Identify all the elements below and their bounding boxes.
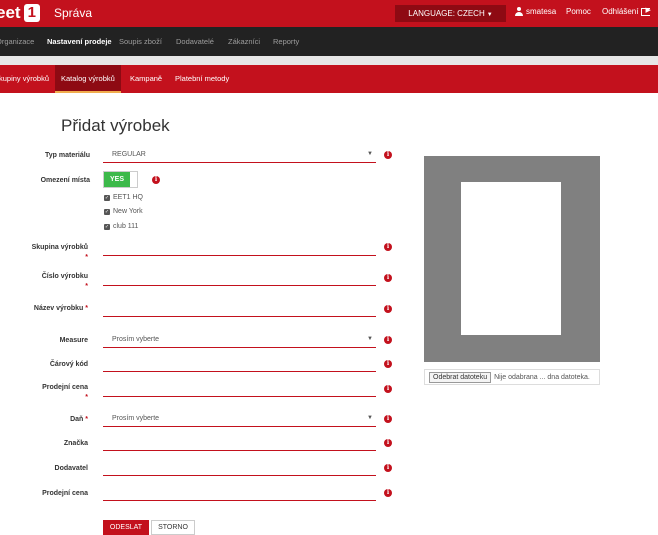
- info-icon[interactable]: i: [384, 489, 392, 497]
- language-dropdown[interactable]: LANGUAGE: CZECH ▼: [395, 5, 506, 22]
- nav-nastaveni-prodeje[interactable]: Nastavení prodeje: [47, 27, 112, 56]
- logo[interactable]: eet 1: [0, 2, 40, 24]
- required-marker: *: [85, 254, 88, 261]
- user-menu[interactable]: smatesa: [515, 7, 556, 16]
- product-number-label: Číslo výrobku *: [28, 272, 88, 292]
- tax-placeholder: Prosím vyberte: [112, 415, 160, 422]
- submit-button[interactable]: ODESLAT: [103, 520, 149, 535]
- user-icon: [515, 7, 523, 16]
- logo-number: 1: [23, 4, 40, 22]
- brand-input[interactable]: [103, 435, 376, 451]
- required-marker: *: [85, 394, 88, 401]
- product-group-label-text: Skupina výrobků: [31, 244, 88, 251]
- info-icon[interactable]: i: [384, 360, 392, 368]
- main-nav: Organizace Nastavení prodeje Soupis zbož…: [0, 27, 658, 56]
- subnav-kampane[interactable]: Kampaně: [130, 65, 162, 93]
- product-name-input[interactable]: [103, 301, 376, 317]
- measure-select[interactable]: Prosím vyberte ▼: [103, 332, 376, 348]
- info-icon[interactable]: i: [384, 274, 392, 282]
- logout-label: Odhlášení: [602, 7, 639, 16]
- product-number-input[interactable]: [103, 270, 376, 286]
- info-icon[interactable]: i: [384, 243, 392, 251]
- info-icon[interactable]: i: [384, 415, 392, 423]
- app-title: Správa: [54, 6, 93, 20]
- material-type-select[interactable]: REGULAR ▼: [103, 147, 376, 163]
- product-number-label-text: Číslo výrobku: [41, 273, 88, 280]
- nav-organizace[interactable]: Organizace: [0, 27, 34, 56]
- brand-label: Značka: [63, 440, 88, 447]
- caret-down-icon: ▼: [367, 151, 373, 157]
- supplier-label: Dodavatel: [54, 465, 88, 472]
- cancel-button[interactable]: STORNO: [151, 520, 195, 535]
- nav-dodavatele[interactable]: Dodavatelé: [176, 27, 214, 56]
- image-preview: [424, 156, 600, 362]
- supplier-input[interactable]: [103, 460, 376, 476]
- top-bar: eet 1 Správa LANGUAGE: CZECH ▼ smatesa Po…: [0, 0, 658, 27]
- info-icon[interactable]: i: [384, 336, 392, 344]
- location-label: New York: [113, 208, 143, 215]
- info-icon[interactable]: i: [152, 176, 160, 184]
- measure-placeholder: Prosím vyberte: [112, 336, 160, 343]
- location-checkbox-hq[interactable]: ✓ EET1 HQ: [104, 194, 143, 201]
- logo-text: eet: [0, 3, 21, 22]
- sub-nav: Skupiny výrobků Katalog výrobků Kampaně …: [0, 65, 658, 93]
- sign-out-icon: [641, 6, 651, 16]
- product-group-input[interactable]: [103, 240, 376, 256]
- product-name-label-text: Název výrobku: [33, 305, 84, 312]
- check-icon: ✓: [104, 208, 110, 215]
- caret-down-icon: ▼: [486, 12, 493, 18]
- info-icon[interactable]: i: [384, 151, 392, 159]
- nav-zakaznici[interactable]: Zákazníci: [228, 27, 260, 56]
- nav-soupis-zbozi[interactable]: Soupis zboží: [119, 27, 162, 56]
- info-icon[interactable]: i: [384, 385, 392, 393]
- nav-reporty[interactable]: Reporty: [273, 27, 299, 56]
- barcode-label: Čárový kód: [49, 361, 88, 368]
- subnav-platebni-metody[interactable]: Platební metody: [175, 65, 229, 93]
- location-checkbox-newyork[interactable]: ✓ New York: [104, 208, 143, 215]
- page-title: Přidat výrobek: [61, 116, 170, 135]
- check-icon: ✓: [104, 223, 110, 230]
- barcode-input[interactable]: [103, 356, 376, 372]
- help-link[interactable]: Pomoc: [566, 7, 591, 16]
- measure-label: Measure: [59, 337, 88, 344]
- file-upload: Odebrat datoteku Nije odabrana ... dna d…: [424, 369, 600, 385]
- sale-price-input[interactable]: [103, 381, 376, 397]
- image-placeholder: [461, 182, 561, 335]
- sale-price-2-input[interactable]: [103, 485, 376, 501]
- tax-select[interactable]: Prosím vyberte ▼: [103, 411, 376, 427]
- tax-label-text: Daň: [70, 416, 84, 423]
- product-group-label: Skupina výrobků *: [28, 243, 88, 263]
- sale-price-label-text: Prodejní cena: [42, 384, 88, 391]
- subnav-katalog-vyrobku[interactable]: Katalog výrobků: [55, 65, 121, 93]
- caret-down-icon: ▼: [367, 336, 373, 342]
- info-icon[interactable]: i: [384, 439, 392, 447]
- caret-down-icon: ▼: [367, 415, 373, 421]
- location-label: club 111: [113, 223, 139, 230]
- material-type-label: Typ materiálu: [45, 152, 90, 159]
- nav-divider: [0, 56, 658, 65]
- required-marker: *: [85, 283, 88, 290]
- tax-label: Daň *: [28, 415, 88, 425]
- check-icon: ✓: [104, 194, 110, 201]
- info-icon[interactable]: i: [384, 464, 392, 472]
- locations-toggle[interactable]: YES: [103, 171, 138, 188]
- info-icon[interactable]: i: [384, 305, 392, 313]
- required-marker: *: [85, 416, 88, 423]
- product-name-label: Název výrobku *: [28, 304, 88, 314]
- subnav-skupiny-vyrobku[interactable]: Skupiny výrobků: [0, 65, 49, 93]
- location-label: EET1 HQ: [113, 194, 143, 201]
- sale-price-2-label: Prodejní cena: [42, 490, 88, 497]
- logout-link[interactable]: Odhlášení: [602, 6, 651, 17]
- material-type-value: REGULAR: [112, 151, 146, 158]
- toggle-on-label: YES: [104, 172, 130, 187]
- required-marker: *: [85, 305, 88, 312]
- locations-label: Omezení místa: [40, 177, 90, 184]
- file-status: Nije odabrana ... dna datoteka.: [494, 373, 590, 381]
- location-checkbox-club[interactable]: ✓ club 111: [104, 223, 138, 230]
- language-label: LANGUAGE: CZECH: [408, 9, 485, 18]
- choose-file-button[interactable]: Odebrat datoteku: [429, 371, 492, 383]
- username: smatesa: [526, 7, 557, 16]
- sale-price-label: Prodejní cena *: [28, 383, 88, 403]
